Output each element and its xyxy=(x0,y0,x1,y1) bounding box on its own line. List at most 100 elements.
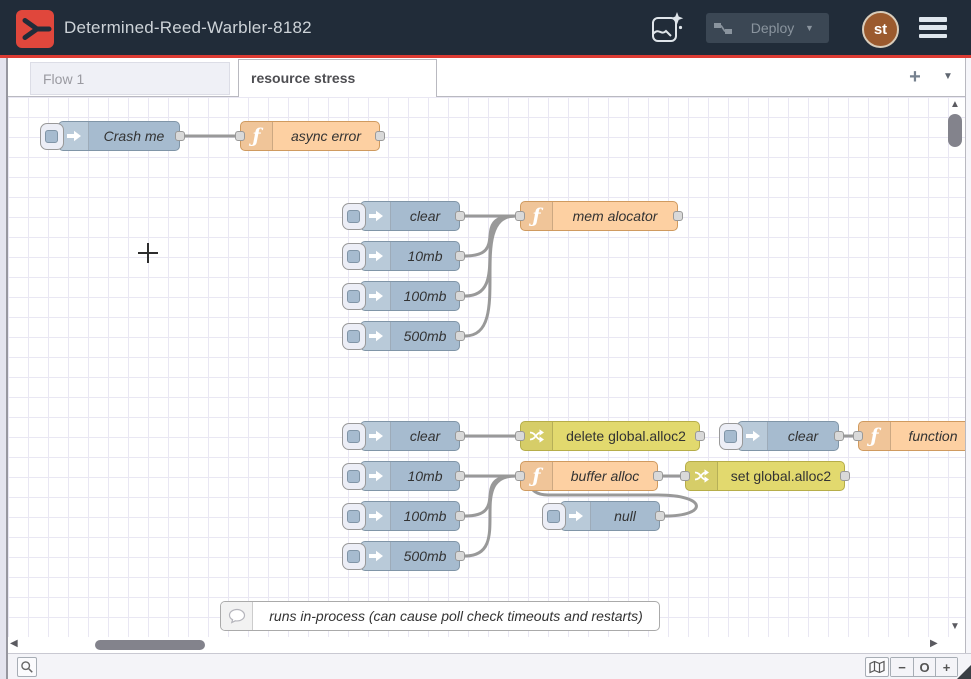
node-mem-alocator[interactable]: ƒmem alocator xyxy=(520,201,678,231)
input-port[interactable] xyxy=(515,211,525,221)
menu-icon[interactable] xyxy=(919,17,947,38)
inject-trigger-button[interactable] xyxy=(40,123,64,150)
scroll-left-icon[interactable]: ◀ xyxy=(10,638,18,649)
inject-button-square xyxy=(347,290,360,303)
node-null[interactable]: null xyxy=(560,501,660,531)
node-500mb-2[interactable]: 500mb xyxy=(360,541,460,571)
inject-button-square xyxy=(347,550,360,563)
ai-image-icon[interactable] xyxy=(649,10,685,46)
input-port[interactable] xyxy=(680,471,690,481)
output-port[interactable] xyxy=(455,331,465,341)
tab-list-caret-icon[interactable]: ▼ xyxy=(936,64,960,90)
output-port[interactable] xyxy=(375,131,385,141)
zoom-reset-button[interactable]: O xyxy=(913,658,935,676)
user-avatar[interactable]: st xyxy=(862,11,899,48)
node-label: 500mb xyxy=(391,542,459,570)
scroll-up-icon[interactable]: ▲ xyxy=(945,99,965,110)
tab-resource-stress[interactable]: resource stress xyxy=(238,59,437,97)
node-10mb-1[interactable]: 10mb xyxy=(360,241,460,271)
flow-tab-bar: Flow 1 resource stress + ▼ xyxy=(0,58,971,97)
inject-trigger-button[interactable] xyxy=(542,503,566,530)
output-port[interactable] xyxy=(840,471,850,481)
scroll-down-icon[interactable]: ▼ xyxy=(945,621,965,632)
output-port[interactable] xyxy=(695,431,705,441)
output-port[interactable] xyxy=(673,211,683,221)
deploy-button[interactable]: Deploy ▼ xyxy=(706,13,829,43)
search-icon xyxy=(20,660,34,674)
node-set-global-alloc2[interactable]: set global.alloc2 xyxy=(685,461,845,491)
output-port[interactable] xyxy=(455,291,465,301)
node-clear-2[interactable]: clear xyxy=(360,421,460,451)
left-edge-strip xyxy=(0,58,8,679)
minimap-button[interactable] xyxy=(865,657,889,677)
add-flow-button[interactable]: + xyxy=(902,64,928,90)
vertical-scroll-thumb[interactable] xyxy=(948,114,962,147)
node-async-error[interactable]: ƒasync error xyxy=(240,121,380,151)
inject-button-square xyxy=(45,130,58,143)
window-resize-corner xyxy=(957,665,971,679)
node-delete-global-alloc2[interactable]: delete global.alloc2 xyxy=(520,421,700,451)
deploy-label: Deploy xyxy=(740,20,805,36)
node-label: clear xyxy=(768,422,838,450)
function-f-icon: ƒ xyxy=(859,422,891,450)
inject-trigger-button[interactable] xyxy=(342,323,366,350)
node-clear-1[interactable]: clear xyxy=(360,201,460,231)
node-label: async error xyxy=(273,122,379,150)
output-port[interactable] xyxy=(834,431,844,441)
node-100mb-1[interactable]: 100mb xyxy=(360,281,460,311)
input-port[interactable] xyxy=(515,431,525,441)
deploy-caret-icon[interactable]: ▼ xyxy=(805,23,829,33)
zoom-out-button[interactable]: − xyxy=(891,658,913,676)
horizontal-scroll-thumb[interactable] xyxy=(95,640,205,650)
output-port[interactable] xyxy=(455,511,465,521)
node-crash-me[interactable]: Crash me xyxy=(58,121,180,151)
node-clear-3[interactable]: clear xyxy=(737,421,839,451)
inject-trigger-button[interactable] xyxy=(342,423,366,450)
inject-trigger-button[interactable] xyxy=(342,203,366,230)
node-100mb-2[interactable]: 100mb xyxy=(360,501,460,531)
inject-button-square xyxy=(347,210,360,223)
menu-bar xyxy=(919,17,947,22)
zoom-in-button[interactable]: + xyxy=(935,658,957,676)
scroll-right-icon[interactable]: ▶ xyxy=(930,638,938,649)
function-f-icon: ƒ xyxy=(241,122,273,150)
inject-trigger-button[interactable] xyxy=(342,243,366,270)
change-swap-icon xyxy=(521,422,553,450)
output-port[interactable] xyxy=(455,551,465,561)
node-label: runs in-process (can cause poll check ti… xyxy=(253,602,659,630)
vertical-scrollbar[interactable]: ▲ ▼ xyxy=(945,97,965,637)
inject-trigger-button[interactable] xyxy=(342,463,366,490)
node-label: null xyxy=(591,502,659,530)
output-port[interactable] xyxy=(455,211,465,221)
output-port[interactable] xyxy=(455,251,465,261)
node-label: 100mb xyxy=(391,502,459,530)
node-comment[interactable]: runs in-process (can cause poll check ti… xyxy=(220,601,660,631)
node-label: 10mb xyxy=(391,242,459,270)
output-port[interactable] xyxy=(455,471,465,481)
node-buffer-alloc[interactable]: ƒbuffer alloc xyxy=(520,461,658,491)
output-port[interactable] xyxy=(653,471,663,481)
output-port[interactable] xyxy=(175,131,185,141)
flow-canvas[interactable]: Crash meƒasync errorclear10mb100mb500mbƒ… xyxy=(8,97,965,637)
inject-trigger-button[interactable] xyxy=(342,543,366,570)
app-logo-icon[interactable] xyxy=(16,10,54,48)
deploy-node-icon xyxy=(706,20,740,36)
node-label: 10mb xyxy=(391,462,459,490)
input-port[interactable] xyxy=(853,431,863,441)
input-port[interactable] xyxy=(235,131,245,141)
input-port[interactable] xyxy=(515,471,525,481)
tab-flow-1[interactable]: Flow 1 xyxy=(30,62,230,95)
node-500mb-1[interactable]: 500mb xyxy=(360,321,460,351)
menu-bar xyxy=(919,34,947,39)
inject-trigger-button[interactable] xyxy=(719,423,743,450)
function-f-icon: ƒ xyxy=(521,462,553,490)
node-10mb-2[interactable]: 10mb xyxy=(360,461,460,491)
search-button[interactable] xyxy=(17,657,37,677)
output-port[interactable] xyxy=(455,431,465,441)
inject-button-square xyxy=(347,330,360,343)
inject-trigger-button[interactable] xyxy=(342,503,366,530)
horizontal-scrollbar[interactable]: ◀ ▶ xyxy=(8,637,945,653)
inject-trigger-button[interactable] xyxy=(342,283,366,310)
output-port[interactable] xyxy=(655,511,665,521)
node-label: buffer alloc xyxy=(553,462,657,490)
